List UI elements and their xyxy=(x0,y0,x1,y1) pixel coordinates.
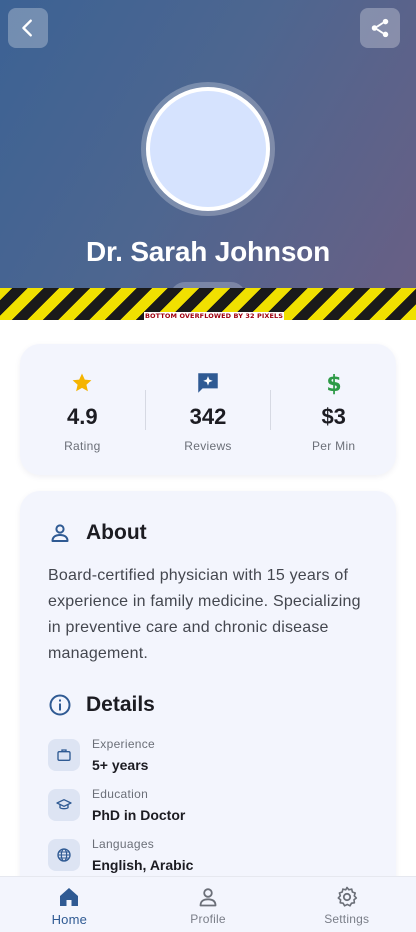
share-button[interactable] xyxy=(360,8,400,48)
overflow-warning-text: BOTTOM OVERFLOWED BY 32 PIXELS xyxy=(144,312,285,320)
stat-value: 4.9 xyxy=(67,404,98,429)
section-title: About xyxy=(86,521,147,544)
svg-text:$: $ xyxy=(326,372,341,396)
back-button[interactable] xyxy=(8,8,48,48)
back-arrow-icon xyxy=(22,19,32,37)
profile-icon xyxy=(199,888,217,907)
globe-icon xyxy=(57,848,71,862)
nav-item-home[interactable]: Home xyxy=(0,877,139,932)
star-icon xyxy=(72,373,92,392)
about-card: About Board-certified physician with 15 … xyxy=(20,491,396,932)
stat-price: $ $3 Per Min xyxy=(271,344,396,475)
graduation-cap-icon xyxy=(56,799,72,810)
stat-reviews: 342 Reviews xyxy=(146,344,271,475)
detail-item-experience: Experience 5+ years xyxy=(48,737,155,773)
briefcase-icon xyxy=(57,749,71,761)
details-header: Details xyxy=(48,693,155,717)
about-text: Board-certified physician with 15 years … xyxy=(48,567,361,662)
settings-icon xyxy=(337,886,357,907)
avatar xyxy=(146,87,270,211)
stat-label: Rating xyxy=(64,439,101,453)
nav-item-settings[interactable]: Settings xyxy=(277,877,416,932)
detail-label: Languages xyxy=(92,837,155,851)
stat-rating: 4.9 Rating xyxy=(20,344,145,475)
nav-label: Home xyxy=(51,912,88,927)
detail-label: Experience xyxy=(92,737,156,751)
info-icon xyxy=(49,694,71,716)
detail-value: PhD in Doctor xyxy=(92,807,186,823)
stats-card: 4.9 Rating 342 Reviews $ $3 Per Min xyxy=(20,344,396,475)
stat-value: 342 xyxy=(189,404,227,429)
share-icon xyxy=(371,18,389,38)
nav-label: Profile xyxy=(190,912,226,926)
section-title: Details xyxy=(86,693,155,716)
stat-label: Reviews xyxy=(184,439,232,453)
detail-label: Education xyxy=(92,787,149,801)
nav-label: Settings xyxy=(324,912,370,926)
person-icon xyxy=(51,524,69,542)
profile-header: Dr. Sarah Johnson BOTTOM OVERFLOWED BY 3… xyxy=(0,0,416,320)
dollar-icon: $ xyxy=(326,372,341,396)
nav-item-profile[interactable]: Profile xyxy=(139,877,278,932)
detail-value: 5+ years xyxy=(92,757,149,773)
detail-value: English, Arabic xyxy=(92,857,194,873)
detail-item-education: Education PhD in Doctor xyxy=(48,787,185,823)
about-header: About xyxy=(48,521,147,545)
home-icon xyxy=(60,888,79,906)
reviews-icon xyxy=(198,373,218,393)
stat-value: $3 xyxy=(321,404,346,429)
detail-item-languages: Languages English, Arabic xyxy=(48,837,193,873)
stat-label: Per Min xyxy=(311,439,356,453)
doctor-name: Dr. Sarah Johnson xyxy=(86,236,330,267)
bottom-navigation: Home Profile Settings xyxy=(0,876,416,932)
